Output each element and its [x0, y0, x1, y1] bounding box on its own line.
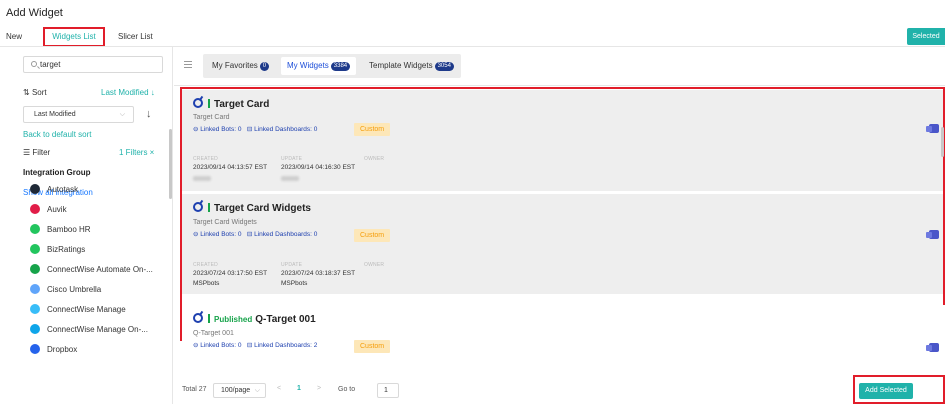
tab-my-favorites[interactable]: My Favorites 0 [206, 57, 275, 75]
page-size-value: 100/page [221, 387, 251, 394]
tab-new[interactable]: New [6, 27, 36, 47]
integration-logo-icon [30, 264, 40, 274]
tab-my-widgets[interactable]: My Widgets 3384 [281, 57, 357, 75]
add-selected-button[interactable]: Add Selected [859, 383, 913, 399]
integration-label: Cisco Umbrella [47, 285, 102, 294]
tab-label: My Favorites [212, 61, 258, 70]
filter-row: ☰ Filter [23, 148, 50, 157]
widget-icon [193, 313, 203, 323]
prev-page-button[interactable]: < [277, 385, 281, 392]
card-title: Published Q-Target 001 [193, 313, 316, 325]
selected-button[interactable]: Selected [907, 28, 945, 45]
goto-label: Go to [338, 386, 356, 393]
count-badge: 3054 [434, 62, 454, 71]
sort-current[interactable]: Last Modified ↓ [101, 88, 155, 97]
next-page-button[interactable]: > [317, 385, 321, 392]
widget-tabs: My Favorites 0 My Widgets 3384 Template Wi… [203, 54, 461, 78]
sort-label: Sort [31, 88, 47, 97]
sort-icon: ⇅ [23, 88, 32, 97]
integration-logo-icon [30, 224, 40, 234]
back-to-default-sort-link[interactable]: Back to default sort [23, 130, 91, 139]
page-number[interactable]: 1 [297, 385, 301, 392]
integration-logo-icon [30, 324, 40, 334]
total-count: Total 27 [182, 386, 207, 393]
chevron-down-icon: ⌵ [254, 387, 260, 394]
chevron-down-icon: ⌵ [119, 111, 125, 118]
integration-label: Auvik [47, 205, 67, 214]
filter-icon: ☰ [23, 148, 33, 157]
search-input[interactable] [40, 58, 155, 71]
tab-template-widgets[interactable]: Template Widgets 3054 [363, 57, 460, 75]
status-bar [208, 314, 210, 323]
tab-label: Template Widgets [369, 61, 433, 70]
sort-dropdown[interactable]: Last Modified ⌵ [23, 106, 134, 123]
custom-tag: Custom [354, 340, 391, 353]
card-subtitle: Q-Target 001 [193, 330, 234, 337]
sort-dropdown-value: Last Modified [34, 111, 76, 118]
integration-label: ConnectWise Automate On-... [47, 265, 153, 274]
integration-logo-icon [30, 344, 40, 354]
integration-label: ConnectWise Manage [47, 305, 126, 314]
teams-icon[interactable] [926, 343, 939, 352]
list-scrollbar[interactable] [941, 127, 944, 157]
filter-label: Filter [32, 148, 51, 157]
highlight-frame [180, 87, 945, 341]
integration-logo-icon [30, 304, 40, 314]
widget-card[interactable]: Published Q-Target 001 Q-Target 001 ⊖ Lin… [182, 305, 945, 367]
status-published: Published [214, 315, 253, 324]
integration-label: Autotask [47, 185, 79, 194]
sort-direction-icon[interactable]: ↓ [146, 108, 152, 120]
menu-icon[interactable] [184, 61, 192, 68]
integration-logo-icon [30, 284, 40, 294]
goto-input[interactable]: 1 [377, 383, 399, 398]
tab-widgets-list[interactable]: Widgets List [43, 27, 105, 47]
tab-label: My Widgets [287, 61, 329, 70]
integration-group-heading: Integration Group [23, 168, 91, 177]
integration-logo-icon [30, 184, 40, 194]
page-size-select[interactable]: 100/page ⌵ [213, 383, 266, 398]
pagination: Total 27 100/page ⌵ < 1 > Go to 1 [174, 380, 945, 400]
integration-logo-icon [30, 244, 40, 254]
tab-slicer-list[interactable]: Slicer List [118, 27, 158, 47]
page-title: Add Widget [6, 7, 63, 19]
integration-label: BizRatings [47, 245, 86, 254]
card-links: ⊖ Linked Bots: 0 ⊟ Linked Dashboards: 2 [193, 341, 317, 349]
card-title-text: Q-Target 001 [255, 314, 316, 325]
sidebar-scrollbar[interactable] [169, 129, 172, 199]
sidebar: ⇅ Sort Last Modified ↓ Last Modified ⌵ ↓… [0, 47, 173, 404]
sort-row: ⇅ Sort [23, 88, 47, 97]
integration-label: Bamboo HR [47, 225, 91, 234]
count-badge: 3384 [330, 62, 351, 71]
integration-logo-icon [30, 204, 40, 214]
divider [174, 85, 945, 86]
linked-dashboards[interactable]: ⊟ Linked Dashboards: 2 [247, 342, 318, 349]
search-box [23, 56, 163, 73]
linked-bots[interactable]: ⊖ Linked Bots: 0 [193, 342, 241, 349]
integration-label: ConnectWise Manage On-... [47, 325, 148, 334]
search-icon [31, 61, 37, 67]
integration-label: Dropbox [47, 345, 78, 354]
count-badge: 0 [259, 62, 270, 71]
filter-count[interactable]: 1 Filters × [119, 148, 154, 157]
main-panel: My Favorites 0 My Widgets 3384 Template Wi… [174, 47, 945, 404]
